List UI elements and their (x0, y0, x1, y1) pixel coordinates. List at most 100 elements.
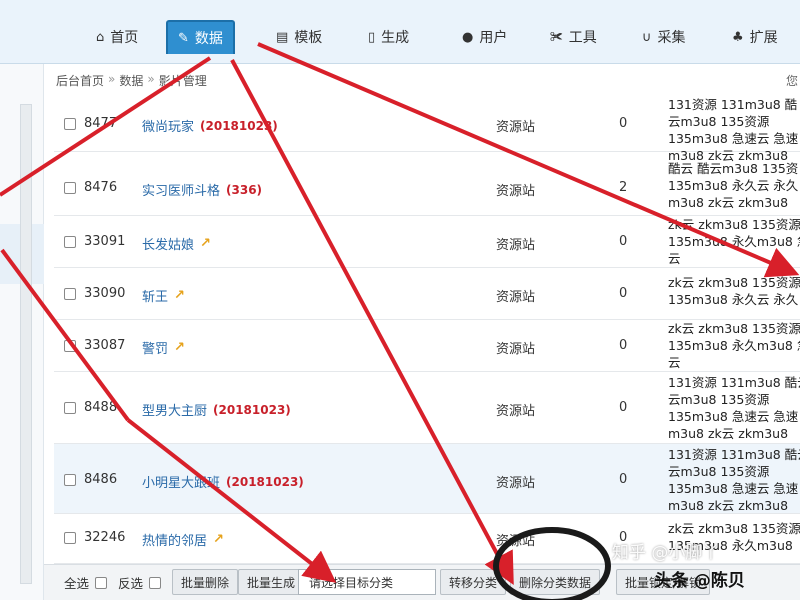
row-title-link[interactable]: 长发姑娘 ↗ (142, 234, 211, 253)
row-play-sources: 131资源 131m3u8 酷云 云m3u8 135资源 135m3u8 急速云… (668, 374, 800, 442)
row-checkbox[interactable] (64, 118, 76, 130)
breadcrumb-data[interactable]: 数据 (119, 72, 143, 89)
row-title-link[interactable]: 实习医师斗格 (336) (142, 180, 263, 200)
sitemap-icon: ♣ (732, 29, 744, 45)
row-title-link[interactable]: 微尚玩家 (20181023) (142, 116, 278, 136)
invert-label: 反选 (118, 576, 144, 591)
row-source: 资源站 (496, 342, 536, 357)
table-row: 8477 微尚玩家 (20181023) 资源站 0 131资源 131m3u8… (54, 96, 800, 163)
play-line: 云m3u8 135资源 (668, 464, 770, 479)
app-root: ⌂ 首页 ✎ 数据 ▤ 模板 ▯ 生成 ● 用户 ✀ 工具 ∪ 采集 ♣ 扩展 (0, 0, 800, 600)
row-hits: 0 (619, 286, 628, 301)
play-line: 云 (668, 355, 681, 370)
play-line: 131资源 131m3u8 酷 (668, 97, 798, 112)
row-id: 32246 (84, 530, 126, 545)
tab-label: 模板 (294, 30, 323, 46)
batch-generate-button[interactable]: 批量生成 (238, 569, 305, 595)
table-row: 8488 型男大主厨 (20181023) 资源站 0 131资源 131m3u… (54, 372, 800, 444)
row-id: 8476 (84, 180, 118, 195)
select-all-label: 全选 (64, 576, 90, 591)
row-hits: 0 (619, 400, 628, 415)
play-line: 131资源 131m3u8 酷云 (668, 447, 800, 462)
row-source: 资源站 (496, 120, 536, 135)
row-source: 资源站 (496, 534, 536, 549)
row-title-link[interactable]: 热情的邻居 ↗ (142, 530, 224, 549)
row-checkbox[interactable] (64, 474, 76, 486)
row-tag: (20181023) (226, 474, 304, 489)
row-play-sources: zk云 zkm3u8 135资源 135m3u8 永久m3u8 急 云 (668, 320, 800, 371)
play-line: 135m3u8 急速云 急速 (668, 131, 799, 146)
watermark-sub: 头条 @陈贝 (654, 571, 745, 591)
file-icon: ▤ (276, 29, 289, 45)
row-tag: (336) (226, 182, 263, 197)
table-row: 8476 实习医师斗格 (336) 资源站 2 酷云 酷云m3u8 135资 1… (54, 152, 800, 216)
row-play-sources: 酷云 酷云m3u8 135资 135m3u8 永久云 永久 m3u8 zk云 z… (668, 160, 800, 211)
row-title: 小明星大跟班 (142, 476, 221, 491)
tab-label: 首页 (110, 30, 139, 46)
row-checkbox[interactable] (64, 182, 76, 194)
table-row: 33091 长发姑娘 ↗ 资源站 0 zk云 zkm3u8 135资源 135m… (54, 216, 800, 268)
row-id: 8486 (84, 472, 118, 487)
row-title-link[interactable]: 警罚 ↗ (142, 338, 185, 357)
hot-icon: ↗ (174, 288, 185, 303)
row-title: 斩王 (142, 290, 169, 305)
row-title: 热情的邻居 (142, 534, 208, 549)
wrench-icon: ✀ (550, 29, 563, 45)
row-id: 8477 (84, 116, 118, 131)
breadcrumb-separator: » (108, 72, 116, 86)
breadcrumb-current: 影片管理 (158, 74, 207, 88)
tab-users[interactable]: ● 用户 (452, 20, 517, 54)
tab-home[interactable]: ⌂ 首页 (86, 20, 148, 54)
tab-generate[interactable]: ▯ 生成 (358, 20, 419, 54)
hot-icon: ↗ (174, 340, 185, 355)
tab-extend[interactable]: ♣ 扩展 (722, 20, 788, 54)
row-id: 33087 (84, 338, 126, 353)
row-source: 资源站 (496, 404, 536, 419)
target-category-select[interactable]: 请选择目标分类 (298, 569, 436, 595)
play-line: 135m3u8 急速云 急速 (668, 409, 799, 424)
row-checkbox[interactable] (64, 288, 76, 300)
row-checkbox[interactable] (64, 402, 76, 414)
row-checkbox[interactable] (64, 532, 76, 544)
invert-selection-toggle[interactable]: 反选 (118, 573, 162, 592)
play-line: m3u8 zk云 zkm3u8 (668, 498, 789, 513)
invert-checkbox[interactable] (149, 576, 162, 589)
row-id: 33090 (84, 286, 126, 301)
watermark: 知乎 @小脚丫 (612, 543, 720, 563)
sidebar-scrollbar[interactable] (20, 104, 32, 584)
delete-category-data-button[interactable]: 删除分类数据 (510, 569, 601, 595)
tab-collect[interactable]: ∪ 采集 (632, 20, 696, 54)
tab-label: 工具 (568, 30, 597, 46)
row-hits: 0 (619, 234, 628, 249)
sidebar (0, 64, 44, 600)
tab-templates[interactable]: ▤ 模板 (266, 20, 332, 54)
row-title: 警罚 (142, 342, 169, 357)
play-line: zk云 zkm3u8 135资源 (668, 275, 800, 290)
row-tag: (20181023) (200, 118, 278, 133)
breadcrumb-home[interactable]: 后台首页 (56, 72, 104, 89)
select-all-checkbox[interactable] (95, 576, 108, 589)
play-line: 135m3u8 永久m3u8 急 (668, 338, 800, 353)
row-title-link[interactable]: 斩王 ↗ (142, 286, 185, 305)
play-line: 云 (668, 251, 681, 266)
row-title-link[interactable]: 小明星大跟班 (20181023) (142, 472, 304, 492)
content-panel: 后台首页 » 数据 » 影片管理 您 8477 微尚玩家 (20181023) … (44, 64, 800, 600)
row-play-sources: 131资源 131m3u8 酷云 云m3u8 135资源 135m3u8 急速云… (668, 446, 800, 514)
select-all-toggle[interactable]: 全选 (64, 573, 108, 592)
row-hits: 0 (619, 338, 628, 353)
move-category-button[interactable]: 转移分类 (440, 569, 507, 595)
row-title: 长发姑娘 (142, 238, 195, 253)
tab-tools[interactable]: ✀ 工具 (540, 20, 607, 54)
table-row: 33087 警罚 ↗ 资源站 0 zk云 zkm3u8 135资源 135m3u… (54, 320, 800, 372)
row-title-link[interactable]: 型男大主厨 (20181023) (142, 400, 291, 420)
row-title: 微尚玩家 (142, 120, 195, 135)
tab-data[interactable]: ✎ 数据 (166, 20, 235, 54)
play-line: zk云 zkm3u8 135资源 (668, 321, 800, 336)
top-nav: ⌂ 首页 ✎ 数据 ▤ 模板 ▯ 生成 ● 用户 ✀ 工具 ∪ 采集 ♣ 扩展 (0, 0, 800, 64)
batch-delete-button[interactable]: 批量删除 (172, 569, 239, 595)
play-line: zk云 zkm3u8 135资源 (668, 217, 800, 232)
row-tag: (20181023) (213, 402, 291, 417)
home-icon: ⌂ (96, 29, 105, 45)
row-checkbox[interactable] (64, 236, 76, 248)
row-checkbox[interactable] (64, 340, 76, 352)
